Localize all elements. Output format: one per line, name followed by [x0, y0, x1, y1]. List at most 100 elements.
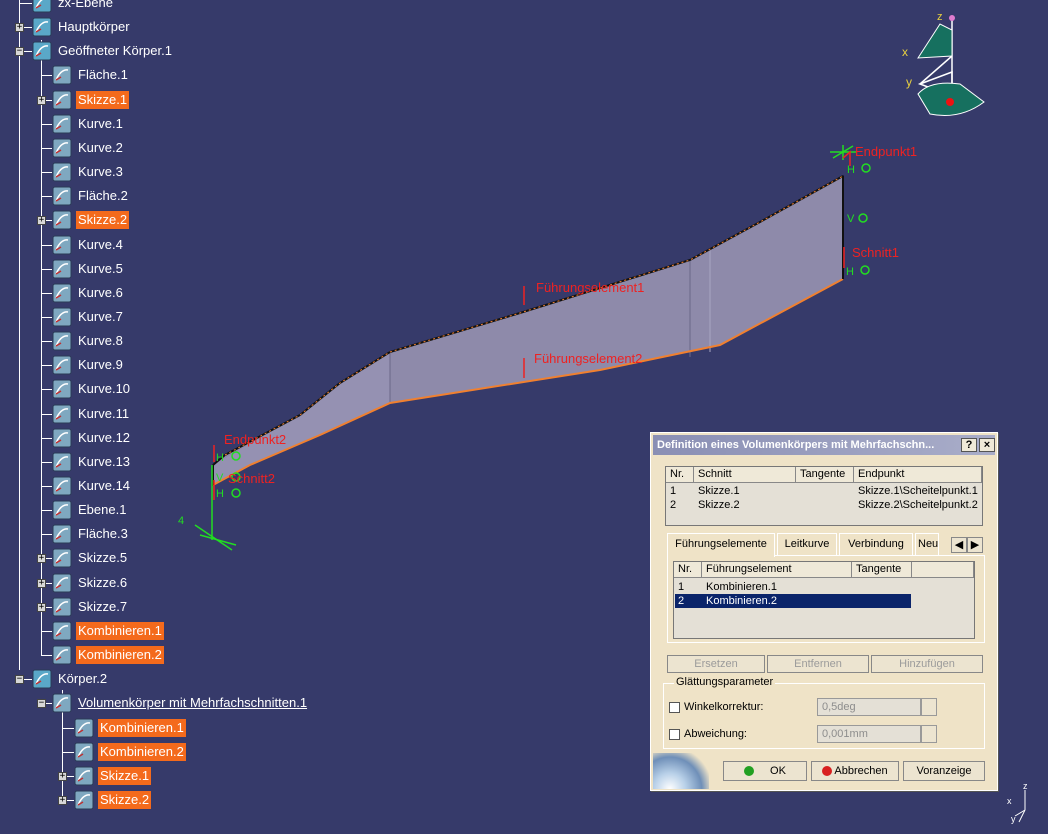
sections-header-schnitt[interactable]: Schnitt	[694, 467, 796, 483]
multi-section-solid-dialog: Definition eines Volumenkörpers mit Mehr…	[650, 432, 998, 791]
sections-header-tangente[interactable]: Tangente	[796, 467, 854, 483]
tree-item-label: Hauptkörper	[58, 19, 130, 34]
dialog-title-bar[interactable]: Definition eines Volumenkörpers mit Mehr…	[653, 435, 995, 455]
collapse-icon[interactable]: −	[15, 675, 24, 684]
tree-item[interactable]: Fläche.3	[52, 524, 130, 544]
tab-leitkurve[interactable]: Leitkurve	[777, 533, 837, 555]
tab-scroll-right-button[interactable]: ▶	[967, 537, 983, 553]
tree-item[interactable]: Kurve.7	[52, 307, 125, 327]
curve-icon	[52, 138, 72, 158]
tree-item[interactable]: Fläche.2	[52, 186, 130, 206]
deviation-checkbox[interactable]	[669, 729, 680, 740]
tree-item[interactable]: Kurve.5	[52, 259, 125, 279]
expand-icon[interactable]: +	[37, 216, 46, 225]
curve-icon	[52, 355, 72, 375]
close-button[interactable]: ×	[979, 438, 995, 452]
ok-button[interactable]: OK	[723, 761, 807, 781]
guides-header-fuehrungselement[interactable]: Führungselement	[702, 562, 852, 578]
tree-item[interactable]: Skizze.1	[52, 90, 130, 110]
tree-item[interactable]: Skizze.6	[52, 573, 129, 593]
tree-item[interactable]: Kurve.6	[52, 283, 125, 303]
curve-icon	[52, 621, 72, 641]
tree-item[interactable]: Kombinieren.1	[52, 621, 164, 641]
angle-correction-label: Winkelkorrektur:	[684, 701, 764, 713]
replace-button[interactable]: Ersetzen	[667, 655, 765, 673]
guides-header-nr[interactable]: Nr.	[674, 562, 702, 578]
collapse-icon[interactable]: −	[37, 699, 46, 708]
tree-item[interactable]: Hauptkörper	[32, 17, 132, 37]
expand-icon[interactable]: +	[37, 554, 46, 563]
tree-item[interactable]: Kurve.13	[52, 452, 132, 472]
expand-icon[interactable]: +	[37, 603, 46, 612]
expand-icon[interactable]: +	[37, 579, 46, 588]
tab-panel: Nr. Führungselement Tangente 1 Kombinier…	[667, 555, 985, 643]
deviation-field[interactable]: 0,001mm	[817, 725, 921, 743]
tree-item[interactable]: Volumenkörper mit Mehrfachschnitten.1	[52, 693, 309, 713]
tree-item[interactable]: zx-Ebene	[32, 0, 115, 13]
tree-item[interactable]: Skizze.2	[74, 790, 152, 810]
tree-item-label: Skizze.1	[76, 91, 130, 109]
expand-icon[interactable]: +	[58, 796, 67, 805]
tree-item[interactable]: Kurve.1	[52, 114, 125, 134]
expand-icon[interactable]: +	[15, 23, 24, 32]
tree-item[interactable]: Kurve.9	[52, 355, 125, 375]
sections-row-1-endpunkt: Skizze.1\Scheitelpunkt.1	[858, 485, 978, 497]
guides-row-1-element: Kombinieren.1	[706, 581, 777, 593]
tree-item[interactable]: Kurve.10	[52, 379, 132, 399]
tree-item[interactable]: Kurve.4	[52, 235, 125, 255]
tab-scroll-left-button[interactable]: ◀	[951, 537, 967, 553]
tree-item-label: Kombinieren.2	[76, 646, 164, 664]
tree-item[interactable]: Kurve.14	[52, 476, 132, 496]
angle-correction-field[interactable]: 0,5deg	[817, 698, 921, 716]
guides-row-2-nr: 2	[678, 595, 685, 607]
tab-fuehrungselemente[interactable]: Führungselemente	[667, 533, 775, 557]
tree-item[interactable]: Kurve.12	[52, 428, 132, 448]
tree-item[interactable]: Kurve.3	[52, 162, 125, 182]
tree-item[interactable]: Ebene.1	[52, 500, 128, 520]
guides-row-1-nr: 1	[678, 581, 685, 593]
tree-item[interactable]: Kombinieren.2	[52, 645, 164, 665]
expand-icon[interactable]: +	[58, 772, 67, 781]
tab-neu[interactable]: Neu	[915, 533, 939, 555]
compass-icon[interactable]: z x y	[900, 10, 990, 130]
guides-table[interactable]: Nr. Führungselement Tangente 1 Kombinier…	[673, 561, 975, 639]
tree-item[interactable]: Skizze.1	[74, 766, 152, 786]
tree-item[interactable]: Kurve.11	[52, 404, 131, 424]
add-button[interactable]: Hinzufügen	[871, 655, 983, 673]
curve-icon	[52, 331, 72, 351]
tree-item-label: Kombinieren.2	[98, 743, 186, 761]
sections-header-endpunkt[interactable]: Endpunkt	[854, 467, 982, 483]
tab-verbindung[interactable]: Verbindung	[839, 533, 913, 555]
cancel-button[interactable]: Abbrechen	[811, 761, 899, 781]
sections-header-nr[interactable]: Nr.	[666, 467, 694, 483]
sections-table[interactable]: Nr. Schnitt Tangente Endpunkt 1 Skizze.1…	[665, 466, 983, 526]
angle-correction-checkbox[interactable]	[669, 702, 680, 713]
deviation-spinner[interactable]	[921, 725, 937, 743]
smoothing-legend: Glättungsparameter	[674, 676, 776, 688]
tree-item-label: Geöffneter Körper.1	[58, 43, 172, 58]
tree-item[interactable]: Geöffneter Körper.1	[32, 41, 174, 61]
tree-item[interactable]: Körper.2	[32, 669, 109, 689]
expand-icon[interactable]: +	[37, 96, 46, 105]
preview-button[interactable]: Voranzeige	[903, 761, 985, 781]
help-button[interactable]: ?	[961, 438, 977, 452]
tree-item[interactable]: Skizze.5	[52, 548, 129, 568]
triangle-right-icon: ▶	[970, 539, 980, 551]
surface-icon	[52, 65, 72, 85]
tree-item[interactable]: Skizze.7	[52, 597, 129, 617]
tree-item[interactable]: Kombinieren.1	[74, 718, 186, 738]
guides-header-tangente[interactable]: Tangente	[852, 562, 912, 578]
tree-item[interactable]: Kurve.2	[52, 138, 125, 158]
collapse-icon[interactable]: −	[15, 47, 24, 56]
tree-item-label: Kurve.12	[78, 430, 131, 445]
curve-icon	[52, 645, 72, 665]
angle-correction-spinner[interactable]	[921, 698, 937, 716]
tree-item[interactable]: Kurve.8	[52, 331, 125, 351]
tree-item[interactable]: Fläche.1	[52, 65, 130, 85]
remove-button[interactable]: Entfernen	[767, 655, 869, 673]
specification-tree: zx-Ebene Hauptkörper + Geöffneter Körper.1 −…	[0, 0, 640, 834]
guides-header-empty	[912, 562, 974, 578]
tree-item[interactable]: Kombinieren.2	[74, 742, 186, 762]
tree-item[interactable]: Skizze.2	[52, 210, 130, 230]
svg-text:V: V	[847, 213, 855, 225]
